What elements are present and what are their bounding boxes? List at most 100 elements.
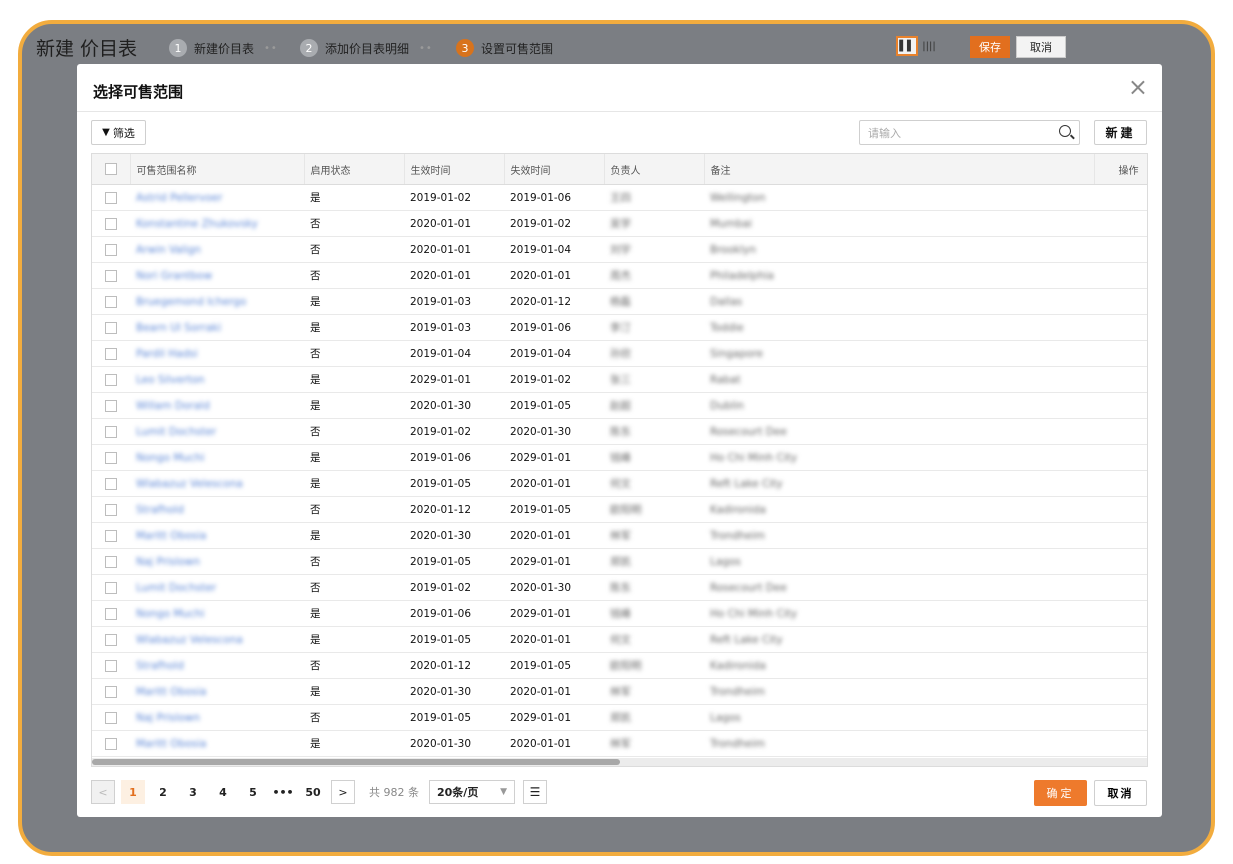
scope-name[interactable]: Maritt Obosia — [130, 730, 304, 757]
table-row[interactable]: Bearn Ul Sorraki 是 2019-01-03 2019-01-06 李汀 T… — [92, 314, 1147, 341]
row-checkbox[interactable] — [105, 659, 117, 672]
card-view-icon[interactable]: ▌▌ — [896, 36, 918, 56]
page-size-select[interactable]: 20条/页 ▼ — [429, 780, 515, 804]
search-icon[interactable] — [1059, 125, 1071, 137]
row-checkbox[interactable] — [105, 347, 117, 360]
search-input[interactable] — [866, 122, 1050, 145]
expiry-date-text: 2019-01-05 — [510, 399, 572, 412]
scope-name[interactable]: Lumit Dochster — [130, 574, 304, 601]
step-3[interactable]: 3 设置可售范围 — [456, 39, 553, 57]
table-row[interactable]: Nori Grantbow 否 2020-01-01 2020-01-01 周杰 Phil… — [92, 262, 1147, 289]
page-number[interactable]: 50 — [301, 780, 325, 804]
page-ellipsis[interactable]: ••• — [271, 780, 295, 804]
scope-name[interactable]: Bruegemond Ichergo — [130, 288, 304, 315]
table-row[interactable]: Konstantine Zhukovsky 否 2020-01-01 2019-01-… — [92, 210, 1147, 237]
cancel-button[interactable]: 取消 — [1016, 36, 1066, 58]
scope-name[interactable]: Bearn Ul Sorraki — [130, 314, 304, 341]
list-menu-icon[interactable]: ☰ — [523, 780, 547, 804]
table-row[interactable]: Bruegemond Ichergo 是 2019-01-03 2020-01-12 杨… — [92, 288, 1147, 315]
step-1[interactable]: 1 新建价目表 •• — [169, 39, 278, 57]
row-checkbox[interactable] — [105, 451, 117, 464]
new-button[interactable]: 新建 — [1094, 120, 1147, 145]
row-checkbox[interactable] — [105, 321, 117, 334]
row-checkbox[interactable] — [105, 607, 117, 620]
step-2[interactable]: 2 添加价目表明细 •• — [300, 39, 433, 57]
scope-name[interactable]: Lumit Dochster — [130, 418, 304, 445]
row-checkbox[interactable] — [105, 425, 117, 438]
page-number[interactable]: 3 — [181, 780, 205, 804]
row-checkbox[interactable] — [105, 555, 117, 568]
scope-name[interactable]: Strafhold — [130, 652, 304, 679]
row-checkbox[interactable] — [105, 373, 117, 386]
row-checkbox[interactable] — [105, 685, 117, 698]
table-row[interactable]: Strafhold 否 2020-01-12 2019-01-05 欧阳明 Kadiron… — [92, 652, 1147, 679]
scope-name[interactable]: Nori Grantbow — [130, 262, 304, 289]
table-row[interactable]: Lumit Dochster 否 2019-01-02 2020-01-30 陈东 Ros… — [92, 574, 1147, 601]
row-checkbox[interactable] — [105, 711, 117, 724]
filter-button[interactable]: ▼ 筛选 — [91, 120, 146, 145]
effective-date-text: 2020-01-12 — [410, 503, 472, 516]
scope-name[interactable]: Leo Silverton — [130, 366, 304, 393]
scope-name[interactable]: Willam Dorald — [130, 392, 304, 419]
table-row[interactable]: Wlabazuz Velescona 是 2019-01-05 2020-01-01 何… — [92, 470, 1147, 497]
scope-name[interactable]: Maritt Obosia — [130, 522, 304, 549]
table-row[interactable]: Astrid Pellervoer 是 2019-01-02 2019-01-06 王四… — [92, 184, 1147, 211]
scope-name[interactable]: Pardil Hadsi — [130, 340, 304, 367]
table-row[interactable]: Leo Silverton 是 2029-01-01 2019-01-02 张三 Raba… — [92, 366, 1147, 393]
list-view-icon[interactable]: |||| — [918, 36, 940, 56]
page-number[interactable]: 5 — [241, 780, 265, 804]
scope-name[interactable]: Strafhold — [130, 496, 304, 523]
row-checkbox[interactable] — [105, 633, 117, 646]
table-row[interactable]: Nongo Muchi 是 2019-01-06 2029-01-01 钱峰 Ho Chi… — [92, 600, 1147, 627]
next-page-button[interactable]: > — [331, 780, 355, 804]
table-row[interactable]: Nongo Muchi 是 2019-01-06 2029-01-01 钱峰 Ho Chi… — [92, 444, 1147, 471]
row-checkbox[interactable] — [105, 295, 117, 308]
table-row[interactable]: Pardil Hadsi 否 2019-01-04 2019-01-04 孙欣 Singa… — [92, 340, 1147, 367]
table-row[interactable]: Willam Dorald 是 2020-01-30 2019-01-05 赵超 Dubl… — [92, 392, 1147, 419]
scope-name[interactable]: Naj Prislown — [130, 704, 304, 731]
scope-name[interactable]: Naj Prislown — [130, 548, 304, 575]
row-checkbox[interactable] — [105, 477, 117, 490]
scope-name[interactable]: Wlabazuz Velescona — [130, 626, 304, 653]
prev-page-button[interactable]: < — [91, 780, 115, 804]
row-checkbox[interactable] — [105, 217, 117, 230]
row-checkbox[interactable] — [105, 269, 117, 282]
table-row[interactable]: Maritt Obosia 是 2020-01-30 2020-01-01 林军 Tron… — [92, 678, 1147, 705]
page-number[interactable]: 2 — [151, 780, 175, 804]
row-checkbox[interactable] — [105, 191, 117, 204]
table-row[interactable]: Naj Prislown 否 2019-01-05 2029-01-01 郑凯 Lagos — [92, 704, 1147, 731]
scope-name[interactable]: Astrid Pellervoer — [130, 184, 304, 211]
horizontal-scrollbar[interactable] — [92, 758, 1147, 766]
table-row[interactable]: Maritt Obosia 是 2020-01-30 2020-01-01 林军 Tron… — [92, 730, 1147, 757]
select-all-checkbox[interactable] — [104, 163, 117, 175]
table-row[interactable]: Naj Prislown 否 2019-01-05 2029-01-01 郑凯 Lagos — [92, 548, 1147, 575]
save-button[interactable]: 保存 — [970, 36, 1010, 58]
effective-date-text: 2020-01-01 — [410, 243, 472, 256]
page-number[interactable]: 4 — [211, 780, 235, 804]
scrollbar-thumb[interactable] — [92, 759, 620, 765]
scope-name[interactable]: Konstantine Zhukovsky — [130, 210, 304, 237]
table-row[interactable]: Maritt Obosia 是 2020-01-30 2020-01-01 林军 Tron… — [92, 522, 1147, 549]
page-number[interactable]: 1 — [121, 780, 145, 804]
scope-name[interactable]: Arwin Valign — [130, 236, 304, 263]
row-checkbox[interactable] — [105, 399, 117, 412]
row-checkbox[interactable] — [105, 529, 117, 542]
row-checkbox[interactable] — [105, 503, 117, 516]
scope-name[interactable]: Nongo Muchi — [130, 600, 304, 627]
table-row[interactable]: Wlabazuz Velescona 是 2019-01-05 2020-01-01 何… — [92, 626, 1147, 653]
expiry-date: 2020-01-30 — [504, 574, 604, 601]
effective-date-text: 2020-01-12 — [410, 659, 472, 672]
table-row[interactable]: Arwin Valign 否 2020-01-01 2019-01-04 刘宇 Brook… — [92, 236, 1147, 263]
scope-name[interactable]: Nongo Muchi — [130, 444, 304, 471]
table-row[interactable]: Lumit Dochster 否 2019-01-02 2020-01-30 陈东 Ros… — [92, 418, 1147, 445]
row-checkbox[interactable] — [105, 243, 117, 256]
table-row[interactable]: Strafhold 否 2020-01-12 2019-01-05 欧阳明 Kadiron… — [92, 496, 1147, 523]
dialog-cancel-button[interactable]: 取消 — [1094, 780, 1147, 806]
scope-name[interactable]: Wlabazuz Velescona — [130, 470, 304, 497]
effective-date: 2020-01-30 — [404, 522, 504, 549]
row-checkbox[interactable] — [105, 581, 117, 594]
close-icon[interactable]: × — [1128, 75, 1148, 99]
row-checkbox[interactable] — [105, 737, 117, 750]
confirm-button[interactable]: 确定 — [1034, 780, 1087, 806]
scope-name[interactable]: Maritt Obosia — [130, 678, 304, 705]
